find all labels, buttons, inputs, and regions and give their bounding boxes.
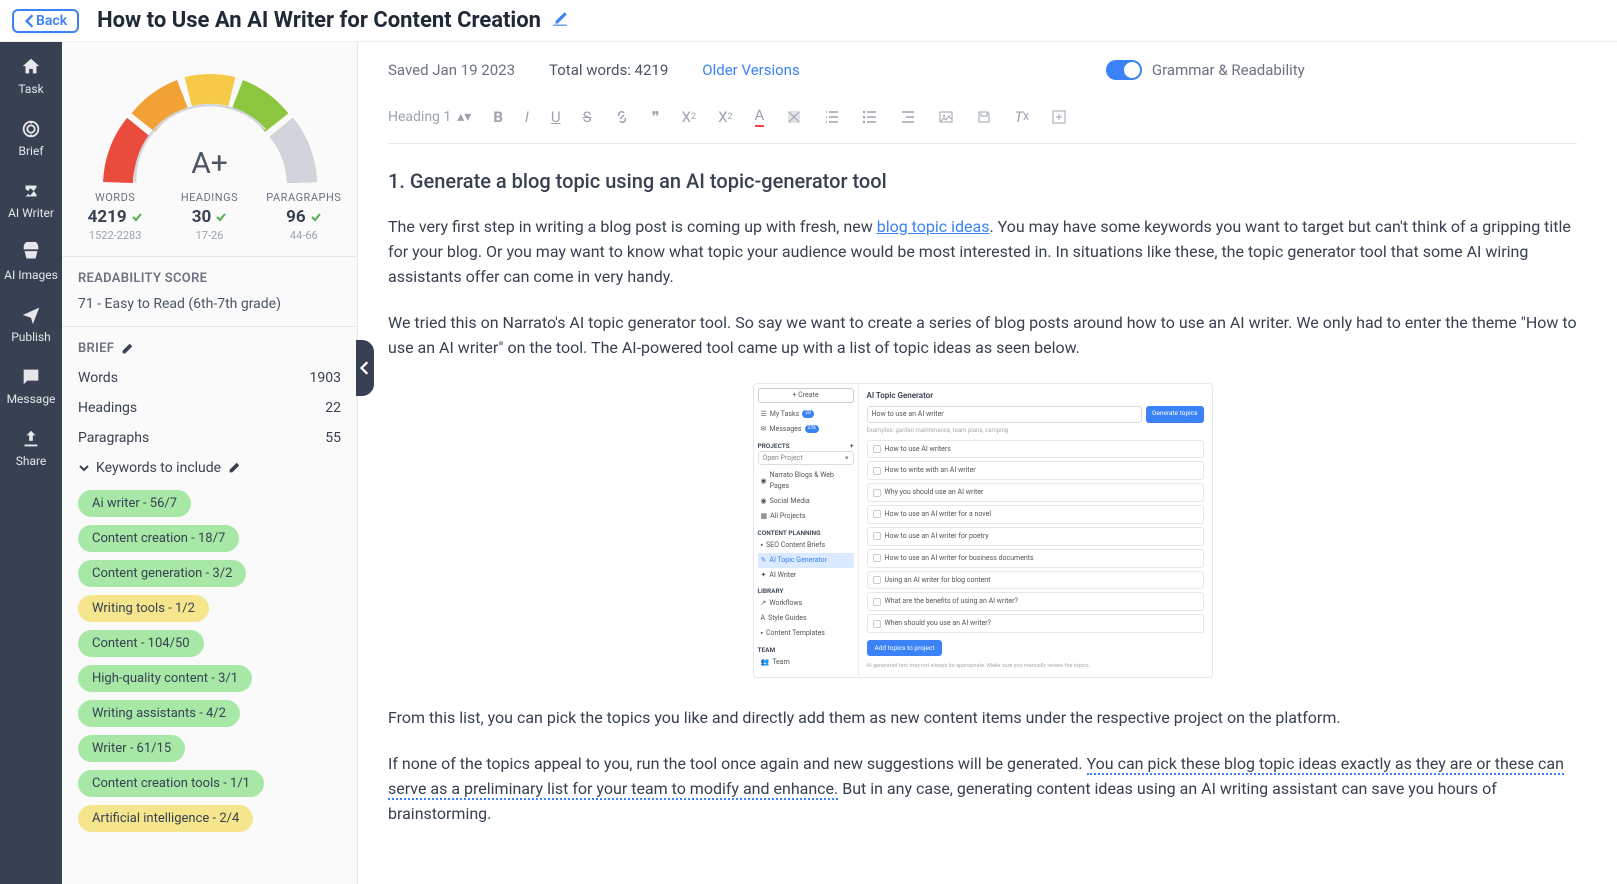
left-rail: Task Brief AI Writer AI Images Publish M… xyxy=(0,42,62,884)
rail-brief[interactable]: Brief xyxy=(19,118,44,158)
older-versions-link[interactable]: Older Versions xyxy=(702,61,799,79)
embed-result-row: Using an AI writer for blog content xyxy=(867,571,1204,590)
bold-button[interactable]: B xyxy=(493,108,503,126)
embed-result-row: How to use an AI writer for a novel xyxy=(867,505,1204,524)
keyword-tag[interactable]: Content - 104/50 xyxy=(78,630,204,657)
embed-create-btn: + Create xyxy=(758,388,854,403)
text-color-button[interactable]: A xyxy=(755,106,765,127)
readability-value: 71 - Easy to Read (6th-7th grade) xyxy=(78,296,341,312)
brief-paragraphs: Paragraphs55 xyxy=(78,430,341,446)
content-p3: From this list, you can pick the topics … xyxy=(388,706,1577,731)
unordered-list-button[interactable] xyxy=(862,109,878,125)
indent-button[interactable] xyxy=(900,109,916,125)
embed-result-row: How to use AI writers xyxy=(867,440,1204,459)
editor-content[interactable]: 1. Generate a blog topic using an AI top… xyxy=(388,144,1577,827)
subscript-button[interactable]: X2 xyxy=(682,108,696,126)
clear-format-button[interactable]: Tx xyxy=(1014,108,1029,126)
chevron-down-icon xyxy=(78,462,90,474)
chevron-left-icon xyxy=(24,14,34,28)
content-heading: 1. Generate a blog topic using an AI top… xyxy=(388,166,1577,197)
keyword-tag[interactable]: Content creation - 18/7 xyxy=(78,525,239,552)
page-title: How to Use An AI Writer for Content Crea… xyxy=(97,8,541,33)
keywords-list: Ai writer - 56/7 Content creation - 18/7 C… xyxy=(78,490,341,832)
embed-result-row: How to write with an AI writer xyxy=(867,461,1204,480)
rail-ai-images[interactable]: AI Images xyxy=(4,242,58,282)
edit-keywords-icon[interactable] xyxy=(227,461,241,475)
heading-select[interactable]: Heading 1▴▾ xyxy=(388,109,471,125)
score-gauge: A+ xyxy=(62,42,357,191)
editor-header: Saved Jan 19 2023 Total words: 4219 Olde… xyxy=(388,60,1577,98)
content-p2: We tried this on Narrato's AI topic gene… xyxy=(388,311,1577,361)
rail-ai-writer[interactable]: AI Writer xyxy=(8,180,54,220)
brief-headings: Headings22 xyxy=(78,400,341,416)
editor-toolbar: Heading 1▴▾ B I U S ❞ X2 X2 A Tx xyxy=(388,98,1577,144)
back-button[interactable]: Back xyxy=(12,9,79,33)
edit-brief-icon[interactable] xyxy=(120,342,134,356)
keywords-toggle[interactable]: Keywords to include xyxy=(78,460,341,476)
embedded-screenshot: + Create ☰My Tasks20 ✉Messages236 PROJEC… xyxy=(753,383,1213,678)
blog-topic-link[interactable]: blog topic ideas xyxy=(877,217,990,236)
keyword-tag[interactable]: Ai writer - 56/7 xyxy=(78,490,191,517)
underline-button[interactable]: U xyxy=(551,108,561,126)
rail-publish[interactable]: Publish xyxy=(11,304,51,344)
strike-button[interactable]: S xyxy=(583,108,592,126)
collapse-panel-handle[interactable] xyxy=(356,340,374,396)
italic-button[interactable]: I xyxy=(525,108,529,126)
keyword-tag[interactable]: High-quality content - 3/1 xyxy=(78,665,252,692)
brief-words: Words1903 xyxy=(78,370,341,386)
content-p1: The very first step in writing a blog po… xyxy=(388,215,1577,289)
keyword-tag[interactable]: Writing tools - 1/2 xyxy=(78,595,209,622)
editor-area: Saved Jan 19 2023 Total words: 4219 Olde… xyxy=(358,42,1617,884)
keyword-tag[interactable]: Writing assistants - 4/2 xyxy=(78,700,240,727)
image-button[interactable] xyxy=(938,109,954,125)
back-label: Back xyxy=(36,13,67,29)
grammar-toggle[interactable] xyxy=(1106,60,1142,80)
grade-value: A+ xyxy=(191,146,228,181)
total-words: Total words: 4219 xyxy=(549,61,668,79)
save-button[interactable] xyxy=(976,109,992,125)
embed-result-row: How to use an AI writer for business doc… xyxy=(867,549,1204,568)
embed-result-row: What are the benefits of using an AI wri… xyxy=(867,592,1204,611)
topbar: Back How to Use An AI Writer for Content… xyxy=(0,0,1617,42)
grammar-toggle-label: Grammar & Readability xyxy=(1152,61,1305,79)
embed-result-row: How to use an AI writer for poetry xyxy=(867,527,1204,546)
superscript-button[interactable]: X2 xyxy=(718,108,732,126)
keyword-tag[interactable]: Writer - 61/15 xyxy=(78,735,185,762)
add-block-button[interactable] xyxy=(1051,109,1067,125)
rail-message[interactable]: Message xyxy=(7,366,56,406)
rail-share[interactable]: Share xyxy=(16,428,47,468)
link-button[interactable] xyxy=(614,109,630,125)
keyword-tag[interactable]: Content generation - 3/2 xyxy=(78,560,246,587)
embed-result-row: When should you use an AI writer? xyxy=(867,614,1204,633)
side-panel: A+ WORDS 4219 1522-2283 HEADINGS 30 17-2… xyxy=(62,42,358,884)
ordered-list-button[interactable] xyxy=(824,109,840,125)
content-p4: If none of the topics appeal to you, run… xyxy=(388,752,1577,826)
edit-title-icon[interactable] xyxy=(551,10,569,32)
embed-result-row: Why you should use an AI writer xyxy=(867,483,1204,502)
brief-section: BRIEF Words1903 Headings22 Paragraphs55 … xyxy=(62,326,357,846)
quote-button[interactable]: ❞ xyxy=(652,108,660,126)
saved-timestamp: Saved Jan 19 2023 xyxy=(388,61,515,79)
highlight-button[interactable] xyxy=(786,109,802,125)
keyword-tag[interactable]: Artificial intelligence - 2/4 xyxy=(78,805,253,832)
keyword-tag[interactable]: Content creation tools - 1/1 xyxy=(78,770,264,797)
rail-task[interactable]: Task xyxy=(18,56,43,96)
